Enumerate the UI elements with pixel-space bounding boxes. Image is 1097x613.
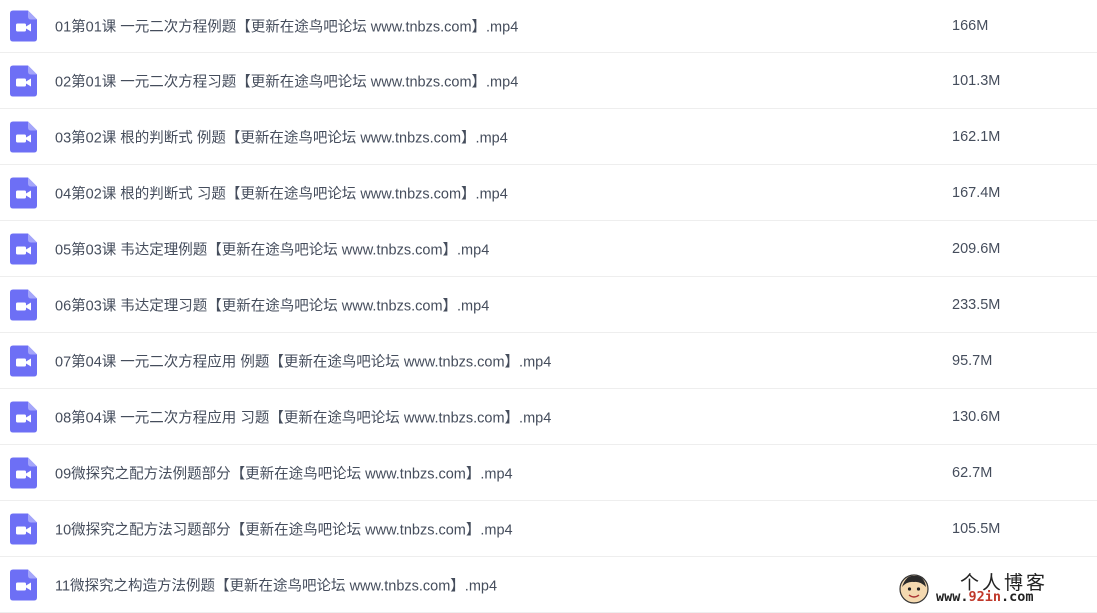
watermark-url-domain: 92in (969, 589, 1002, 605)
file-list: 01第01课 一元二次方程例题【更新在途鸟吧论坛 www.tnbzs.com】.… (0, 0, 1097, 613)
file-size: 162.1M (952, 129, 1000, 145)
file-name[interactable]: 03第02课 根的判断式 例题【更新在途鸟吧论坛 www.tnbzs.com】.… (55, 126, 508, 147)
file-size: 101.3M (952, 73, 1000, 89)
file-row[interactable]: 07第04课 一元二次方程应用 例题【更新在途鸟吧论坛 www.tnbzs.co… (0, 333, 1097, 389)
file-size: 62.7M (952, 465, 992, 481)
file-row[interactable]: 01第01课 一元二次方程例题【更新在途鸟吧论坛 www.tnbzs.com】.… (0, 0, 1097, 53)
file-size: 166M (952, 18, 988, 34)
video-file-icon (10, 11, 37, 42)
watermark-url: www.92in.com (936, 589, 1034, 605)
video-file-icon (10, 289, 37, 320)
video-file-icon (10, 65, 37, 96)
avatar-logo-icon (898, 573, 930, 605)
file-name[interactable]: 01第01课 一元二次方程例题【更新在途鸟吧论坛 www.tnbzs.com】.… (55, 16, 518, 37)
watermark-url-suffix: .com (1001, 589, 1034, 605)
video-file-icon (10, 233, 37, 264)
video-file-icon (10, 513, 37, 544)
file-name[interactable]: 06第03课 韦达定理习题【更新在途鸟吧论坛 www.tnbzs.com】.mp… (55, 294, 489, 315)
video-file-icon (10, 121, 37, 152)
file-row[interactable]: 04第02课 根的判断式 习题【更新在途鸟吧论坛 www.tnbzs.com】.… (0, 165, 1097, 221)
file-name[interactable]: 09微探究之配方法例题部分【更新在途鸟吧论坛 www.tnbzs.com】.mp… (55, 462, 513, 483)
watermark: 个人博客 www.92in.com (896, 570, 1091, 608)
file-row[interactable]: 09微探究之配方法例题部分【更新在途鸟吧论坛 www.tnbzs.com】.mp… (0, 445, 1097, 501)
file-row[interactable]: 02第01课 一元二次方程习题【更新在途鸟吧论坛 www.tnbzs.com】.… (0, 53, 1097, 109)
video-file-icon (10, 345, 37, 376)
file-size: 167.4M (952, 185, 1000, 201)
file-name[interactable]: 11微探究之构造方法例题【更新在途鸟吧论坛 www.tnbzs.com】.mp4 (55, 574, 497, 595)
file-size: 95.7M (952, 353, 992, 369)
file-name[interactable]: 02第01课 一元二次方程习题【更新在途鸟吧论坛 www.tnbzs.com】.… (55, 70, 518, 91)
file-row[interactable]: 08第04课 一元二次方程应用 习题【更新在途鸟吧论坛 www.tnbzs.co… (0, 389, 1097, 445)
file-name[interactable]: 04第02课 根的判断式 习题【更新在途鸟吧论坛 www.tnbzs.com】.… (55, 182, 508, 203)
file-row[interactable]: 06第03课 韦达定理习题【更新在途鸟吧论坛 www.tnbzs.com】.mp… (0, 277, 1097, 333)
video-file-icon (10, 177, 37, 208)
file-name[interactable]: 05第03课 韦达定理例题【更新在途鸟吧论坛 www.tnbzs.com】.mp… (55, 238, 489, 259)
video-file-icon (10, 401, 37, 432)
file-size: 130.6M (952, 409, 1000, 425)
file-name[interactable]: 07第04课 一元二次方程应用 例题【更新在途鸟吧论坛 www.tnbzs.co… (55, 350, 551, 371)
video-file-icon (10, 569, 37, 600)
file-name[interactable]: 10微探究之配方法习题部分【更新在途鸟吧论坛 www.tnbzs.com】.mp… (55, 518, 513, 539)
file-row[interactable]: 03第02课 根的判断式 例题【更新在途鸟吧论坛 www.tnbzs.com】.… (0, 109, 1097, 165)
file-size: 209.6M (952, 241, 1000, 257)
file-row[interactable]: 05第03课 韦达定理例题【更新在途鸟吧论坛 www.tnbzs.com】.mp… (0, 221, 1097, 277)
watermark-url-prefix: www. (936, 589, 969, 605)
file-row[interactable]: 10微探究之配方法习题部分【更新在途鸟吧论坛 www.tnbzs.com】.mp… (0, 501, 1097, 557)
file-size: 105.5M (952, 521, 1000, 537)
video-file-icon (10, 457, 37, 488)
file-name[interactable]: 08第04课 一元二次方程应用 习题【更新在途鸟吧论坛 www.tnbzs.co… (55, 406, 551, 427)
file-size: 233.5M (952, 297, 1000, 313)
